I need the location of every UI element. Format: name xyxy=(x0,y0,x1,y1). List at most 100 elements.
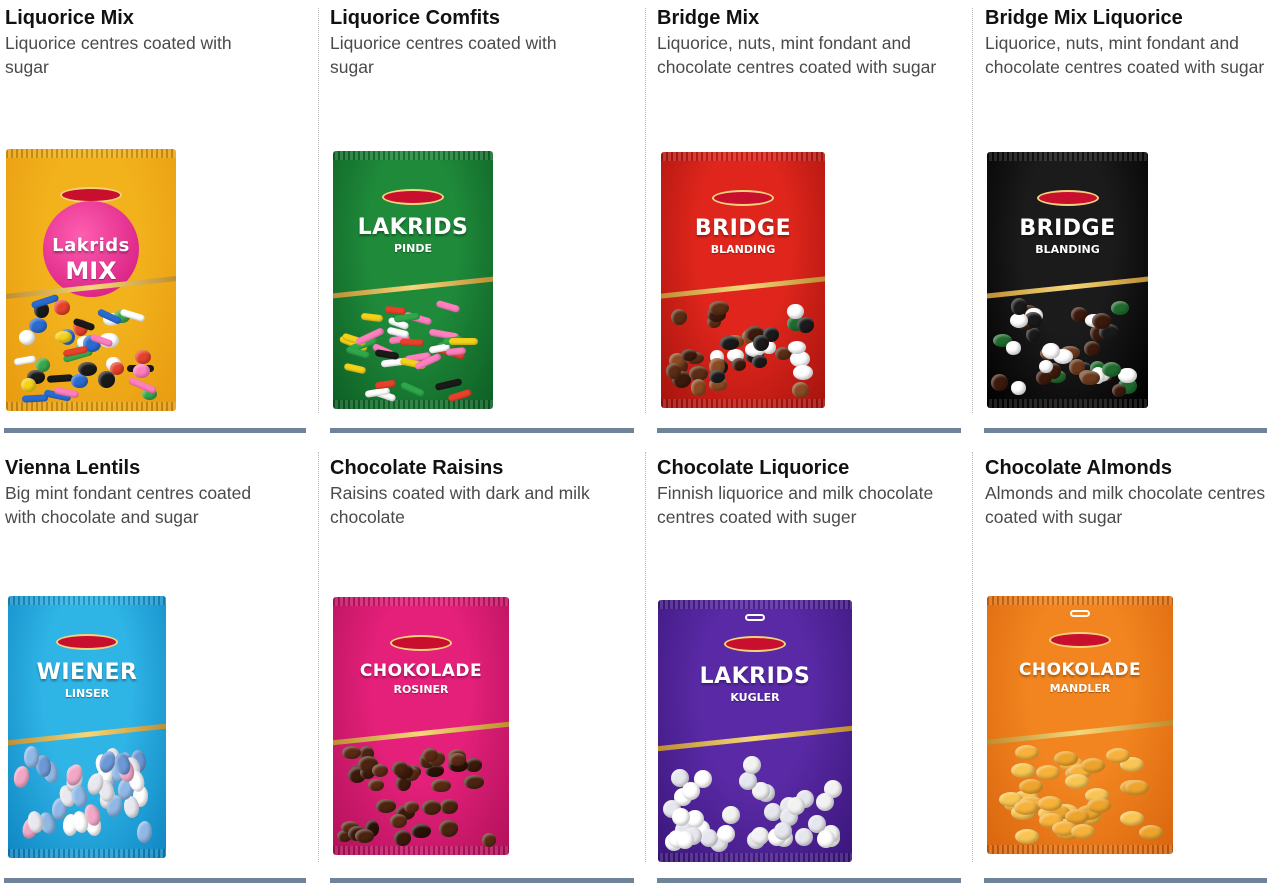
candy-piece xyxy=(1009,312,1028,329)
bag-name-secondary: BLANDING xyxy=(710,243,776,256)
bag-ribbon xyxy=(987,275,1148,300)
bag-window xyxy=(337,298,489,403)
candy-piece xyxy=(376,799,397,814)
candy-piece xyxy=(374,348,399,360)
candy-piece xyxy=(399,338,425,347)
product-title: Liquorice Comfits xyxy=(330,7,501,29)
bag-ribbon xyxy=(333,720,509,747)
bag-crimp xyxy=(8,849,166,858)
bag-ribbon xyxy=(8,722,166,747)
candy-piece xyxy=(440,798,458,814)
product-grid: Liquorice Mix Liquorice centres coated w… xyxy=(0,0,1267,884)
bag-crimp xyxy=(333,846,509,855)
product-title: Bridge Mix Liquorice xyxy=(985,7,1183,29)
candy-piece xyxy=(751,827,770,846)
candy-piece xyxy=(816,792,834,811)
bag-window xyxy=(991,298,1144,400)
candy-piece xyxy=(1015,828,1040,844)
bag-crimp xyxy=(658,600,852,609)
candy-piece xyxy=(796,317,815,334)
bag-name-primary: CHOKOLADE xyxy=(359,661,483,681)
bag-crimp xyxy=(661,399,825,408)
candy-piece xyxy=(1010,298,1027,315)
product-image: BRIDGE BLANDING xyxy=(661,152,825,408)
bag-ribbon xyxy=(661,275,825,300)
product-image: CHOKOLADE ROSINER xyxy=(333,597,509,855)
bag-window xyxy=(665,298,821,400)
candy-piece xyxy=(716,824,735,843)
candy-piece xyxy=(1091,313,1111,329)
candy-piece xyxy=(136,820,154,844)
product-description: Liquorice, nuts, mint fondant and chocol… xyxy=(657,33,937,77)
candy-piece xyxy=(71,373,88,389)
product-image: LAKRIDS PINDE xyxy=(333,151,493,409)
column-separator xyxy=(318,8,319,413)
bag-crimp xyxy=(661,152,825,161)
column-separator xyxy=(645,8,646,413)
product-title: Vienna Lentils xyxy=(5,457,141,479)
candy-piece xyxy=(18,330,35,345)
bag-crimp xyxy=(6,149,176,158)
hang-hole-icon xyxy=(745,614,765,621)
candy-piece xyxy=(722,806,741,825)
candy-piece xyxy=(1118,367,1137,384)
product-image: BRIDGE BLANDING xyxy=(987,152,1148,408)
product-description: Raisins coated with dark and milk chocol… xyxy=(330,483,590,527)
candy-piece xyxy=(792,382,810,399)
bag-window xyxy=(991,743,1169,846)
product-card: Chocolate Raisins Raisins coated with da… xyxy=(330,456,620,884)
brand-logo-icon xyxy=(1036,190,1099,206)
candy-piece xyxy=(991,373,1009,391)
product-card: Liquorice Mix Liquorice centres coated w… xyxy=(5,6,295,436)
candy-piece xyxy=(368,778,385,792)
bag-window xyxy=(662,749,848,854)
bag-window xyxy=(10,294,172,403)
candy-piece xyxy=(752,355,767,368)
bag-crimp xyxy=(987,399,1148,408)
candy-piece xyxy=(1064,774,1089,790)
bag-name-secondary: MANDLER xyxy=(1049,682,1111,695)
product-description: Liquorice centres coated with sugar xyxy=(5,33,232,77)
product-card: Vienna Lentils Big mint fondant centres … xyxy=(5,456,295,884)
candy-piece xyxy=(135,349,152,364)
bag-crimp xyxy=(8,596,166,605)
candy-piece xyxy=(1015,744,1040,760)
candy-piece xyxy=(434,377,463,391)
candy-piece xyxy=(449,337,479,345)
bag-name-primary: BRIDGE xyxy=(1019,216,1116,241)
candy-piece xyxy=(1125,780,1150,796)
candy-piece xyxy=(20,378,37,393)
candy-piece xyxy=(709,300,729,315)
candy-piece xyxy=(1081,758,1106,774)
bag-window xyxy=(337,744,505,847)
bag-name-primary: BRIDGE xyxy=(694,216,792,241)
bag-name-primary: WIENER xyxy=(36,660,138,685)
candy-piece xyxy=(1037,795,1062,811)
product-card: Chocolate Almonds Almonds and milk choco… xyxy=(985,456,1267,884)
candy-piece xyxy=(390,813,407,828)
candy-piece xyxy=(36,357,51,372)
candy-piece xyxy=(1011,380,1026,396)
column-separator xyxy=(972,8,973,413)
candy-piece xyxy=(816,829,835,848)
candy-piece xyxy=(665,362,681,379)
candy-piece xyxy=(1119,811,1144,827)
brand-logo-icon xyxy=(724,636,786,652)
bag-name-secondary: KUGLER xyxy=(730,691,780,704)
bag-crimp xyxy=(333,400,493,409)
candy-piece xyxy=(1005,340,1022,355)
candy-piece xyxy=(1038,359,1053,374)
candy-piece xyxy=(1080,370,1100,386)
product-description: Almonds and milk chocolate centres coate… xyxy=(985,483,1266,527)
candy-piece xyxy=(1112,383,1127,397)
product-card: Liquorice Comfits Liquorice centres coat… xyxy=(330,6,620,436)
candy-piece xyxy=(1071,824,1096,840)
product-description: Big mint fondant centres coated with cho… xyxy=(5,483,252,527)
bag-crimp xyxy=(333,597,509,606)
bag-crimp xyxy=(6,402,176,411)
candy-piece xyxy=(422,800,441,816)
product-image: CHOKOLADE MANDLER xyxy=(987,596,1173,854)
candy-piece xyxy=(393,829,412,847)
candy-piece xyxy=(743,756,762,775)
candy-piece xyxy=(343,362,367,375)
